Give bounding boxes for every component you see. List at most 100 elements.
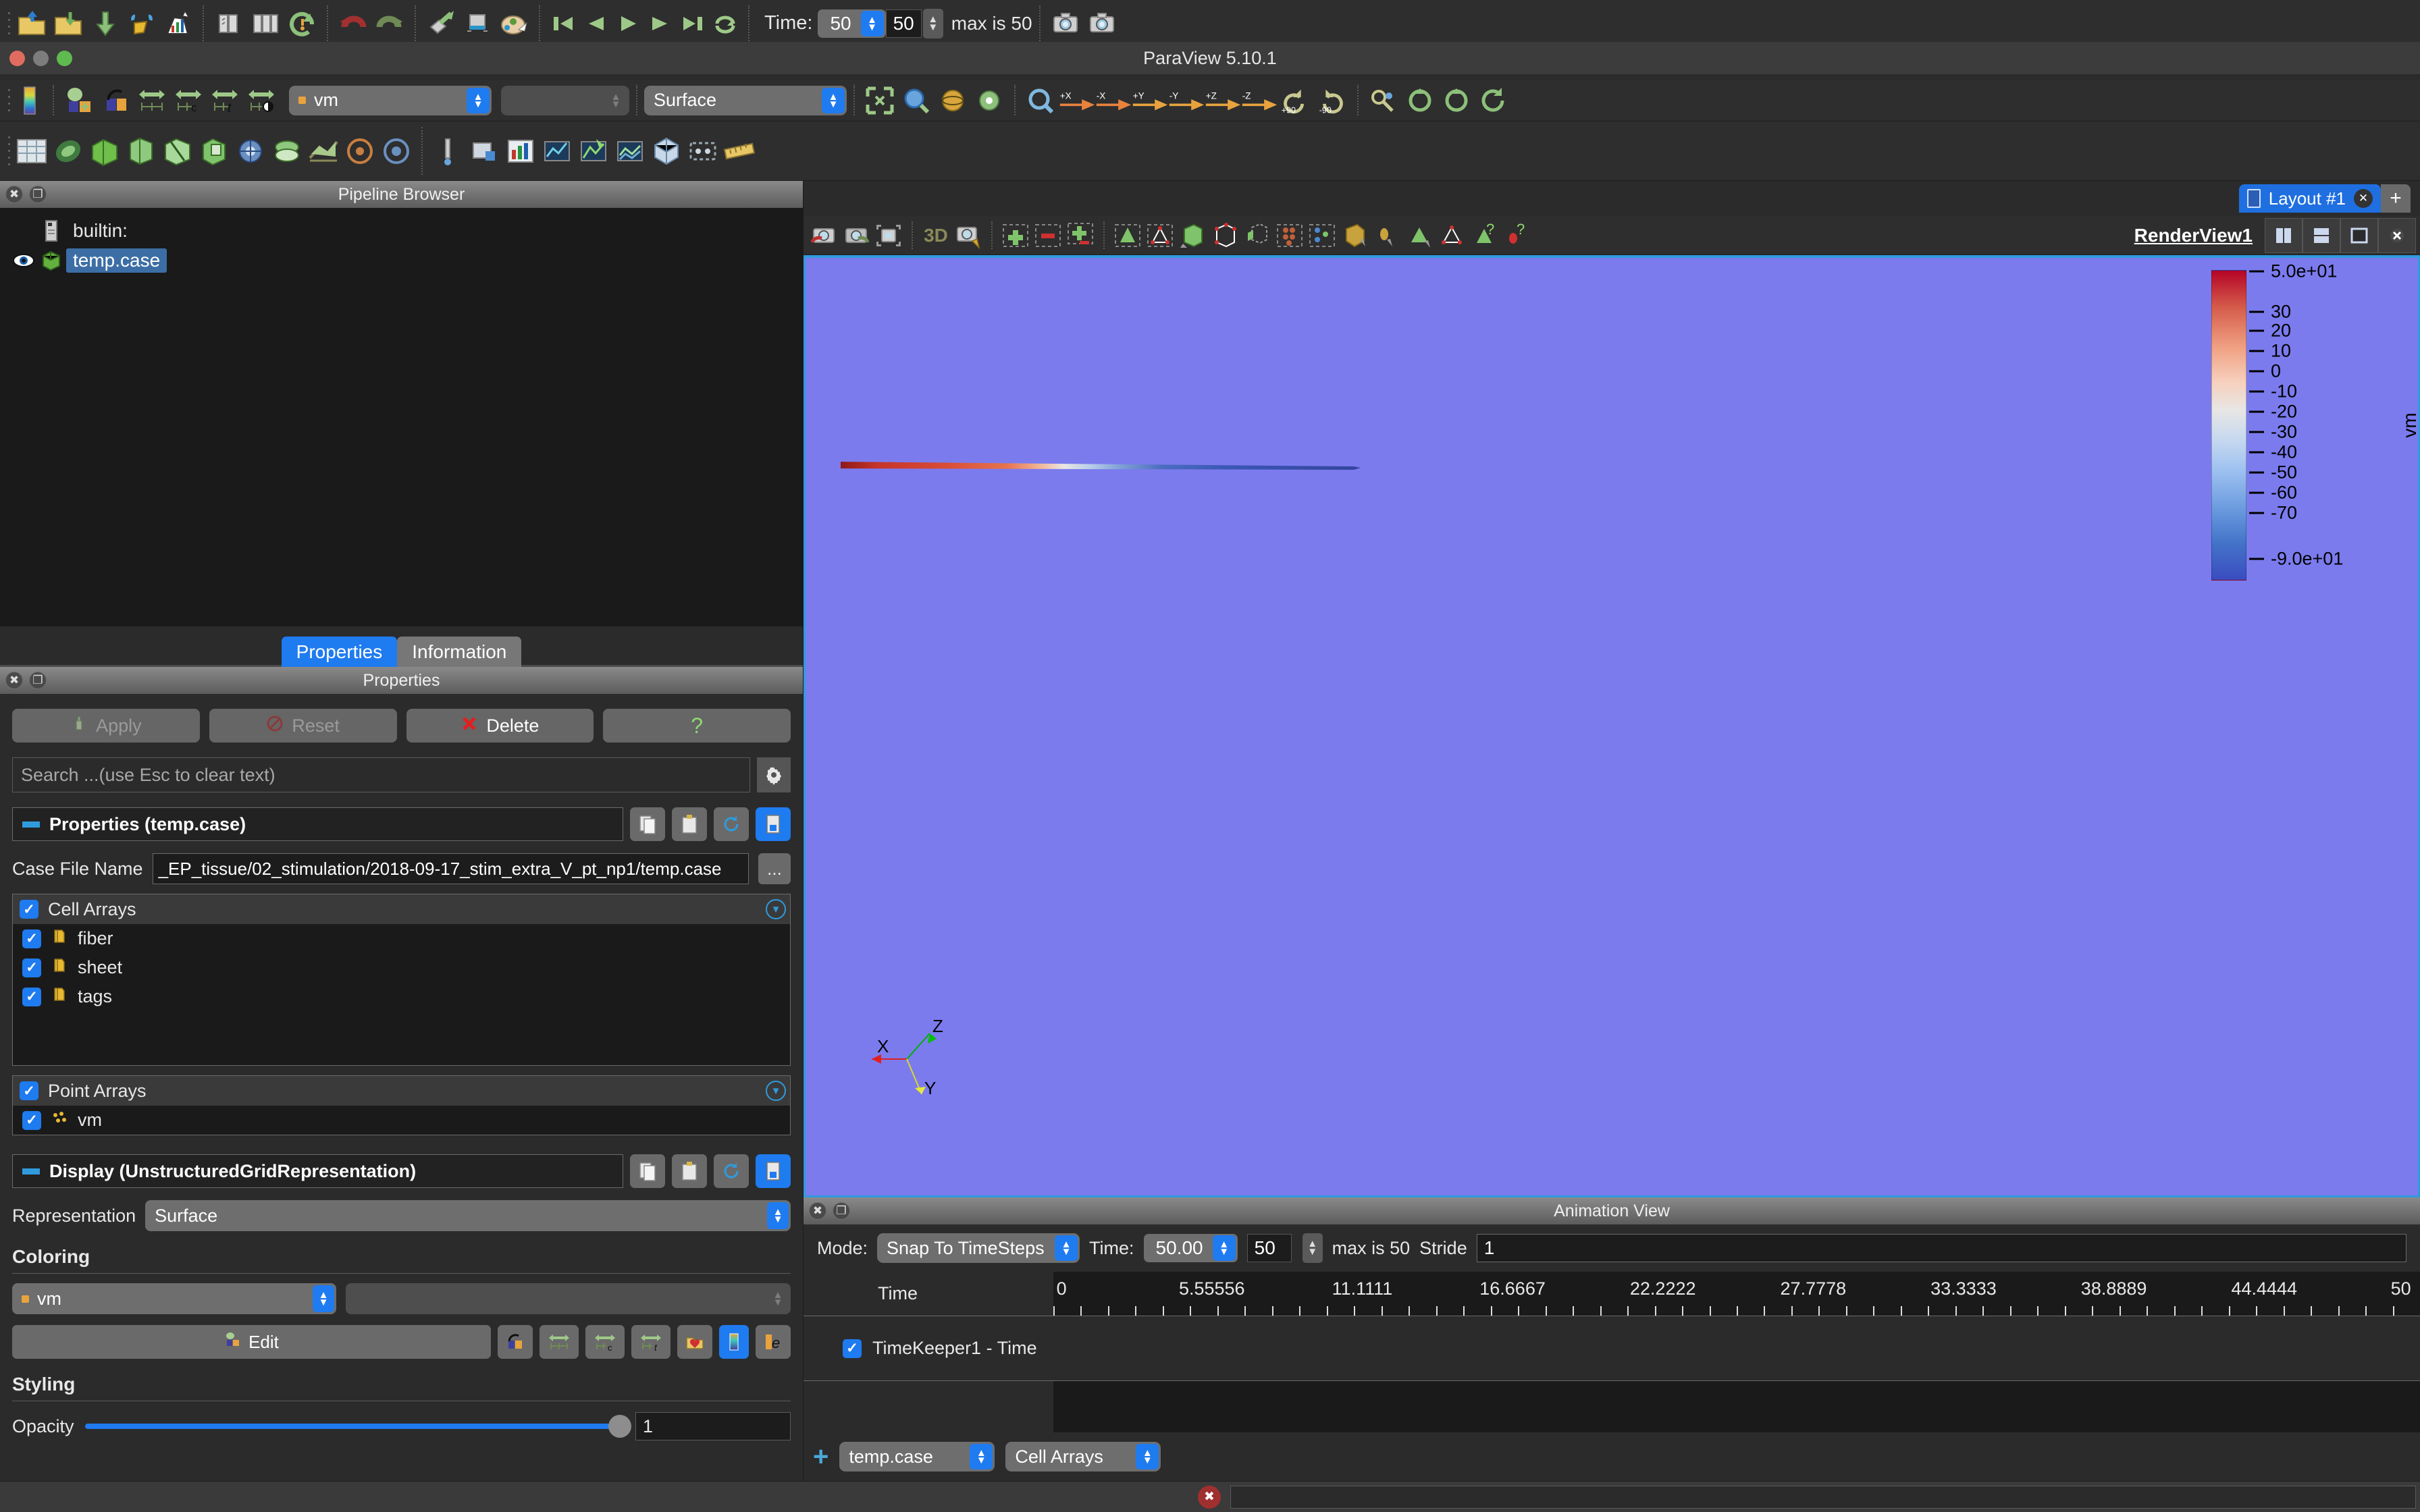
chevron-down-icon[interactable]: ▲ ▼ [1136, 1444, 1159, 1469]
last-frame-icon[interactable] [677, 7, 709, 40]
rotate-left-icon[interactable] [1402, 82, 1438, 119]
animation-frame-field[interactable]: 50 [1246, 1234, 1292, 1262]
slider-knob[interactable] [608, 1415, 631, 1438]
chevron-down-icon[interactable]: ▲ ▼ [604, 88, 627, 113]
set-view-minus-y-icon[interactable]: -Y [1168, 82, 1205, 119]
rotate-camera-icon[interactable] [935, 82, 971, 119]
frustum-select-points-icon[interactable] [1209, 219, 1241, 252]
redo-camera-icon[interactable] [840, 219, 872, 252]
gear-icon[interactable] [757, 757, 791, 792]
spreadsheet-view-icon[interactable] [14, 133, 50, 169]
cell-array-item-fiber[interactable]: ✓ fiber [13, 924, 790, 953]
section-properties-header[interactable]: Properties (temp.case) [12, 807, 623, 841]
extract-block-icon[interactable] [648, 133, 685, 169]
use-separate-colormap-button[interactable] [498, 1325, 533, 1359]
plot-over-line-icon[interactable] [466, 133, 502, 169]
animation-source-combo[interactable]: temp.case ▲ ▼ [839, 1442, 995, 1472]
cell-array-item-sheet[interactable]: ✓ sheet [13, 953, 790, 982]
set-view-minus-x-icon[interactable]: -X [1095, 82, 1132, 119]
set-view-plus-z-icon[interactable]: +Z [1205, 82, 1241, 119]
chevron-down-icon[interactable]: ▲ ▼ [767, 1202, 789, 1229]
split-vertical-icon[interactable] [2303, 217, 2340, 253]
search-input[interactable]: Search ...(use Esc to clear text) [12, 757, 750, 792]
reset-camera-icon[interactable] [862, 82, 898, 119]
toolbar-time-spinbox[interactable]: 50 ▲ ▼ [818, 9, 886, 38]
chevron-down-icon[interactable]: ▲ ▼ [970, 1444, 993, 1469]
help-button[interactable]: ? [603, 709, 791, 742]
save-animation-icon[interactable] [1084, 5, 1120, 42]
rotate-plus-90-icon[interactable]: +90 [1278, 82, 1314, 119]
save-data-icon[interactable] [86, 5, 123, 42]
reset-view-icon[interactable] [872, 219, 905, 252]
export-scene-icon[interactable] [459, 5, 496, 42]
float-icon[interactable]: ❐ [833, 1202, 850, 1220]
toolbar-grip[interactable] [4, 0, 14, 47]
link-views-icon[interactable] [685, 133, 721, 169]
rotate-right-icon[interactable] [1438, 82, 1475, 119]
open-chart-icon[interactable] [159, 5, 196, 42]
disconnect-server-icon[interactable] [247, 5, 284, 42]
maximize-window-icon[interactable] [57, 50, 72, 66]
next-frame-icon[interactable] [644, 7, 677, 40]
rescale-to-data-button[interactable] [540, 1325, 579, 1359]
select-points-polygon-icon[interactable] [1436, 219, 1468, 252]
pipeline-item-builtin[interactable]: builtin: [0, 216, 803, 246]
chevron-down-icon[interactable]: ▼ [766, 899, 786, 919]
chevron-down-icon[interactable]: ▼ [766, 1081, 786, 1101]
toggle-3d-button[interactable]: 3D [920, 219, 952, 252]
quartile-chart-icon[interactable] [612, 133, 648, 169]
select-cells-polygon-icon[interactable] [1403, 219, 1436, 252]
choose-preset-button[interactable] [677, 1325, 712, 1359]
toolbar-grip[interactable] [4, 80, 14, 121]
collapse-icon[interactable] [22, 821, 40, 828]
stream-tracer-icon[interactable] [305, 133, 342, 169]
hover-points-icon[interactable] [1371, 219, 1403, 252]
tab-properties[interactable]: Properties [281, 637, 398, 667]
glyph-filter-icon[interactable] [269, 133, 305, 169]
zoom-to-data-icon[interactable] [898, 82, 935, 119]
color-legend[interactable]: 5.0e+01 30 20 10 0 -10 -20 -30 -40 -50 -… [2211, 261, 2420, 580]
save-state-icon[interactable] [123, 5, 159, 42]
rescale-over-time-button[interactable]: t [631, 1325, 670, 1359]
connect-server-icon[interactable] [211, 5, 247, 42]
zoom-closest-icon[interactable] [1022, 82, 1059, 119]
save-defaults-icon[interactable] [756, 807, 791, 841]
pipeline-browser[interactable]: builtin: temp.case [0, 208, 803, 626]
chevron-down-icon[interactable]: ▲ ▼ [1055, 1235, 1078, 1261]
close-icon[interactable]: ✖ [5, 186, 23, 203]
camera-link-icon[interactable] [1365, 82, 1402, 119]
opacity-value-input[interactable]: 1 [635, 1412, 791, 1440]
undo-camera-icon[interactable] [808, 219, 840, 252]
orientation-axes-widget[interactable]: X Z Y [846, 1000, 981, 1108]
chevron-down-icon[interactable]: ▲ ▼ [767, 1285, 789, 1312]
line-chart-view-icon[interactable] [539, 133, 575, 169]
threshold-filter-icon[interactable] [196, 133, 232, 169]
set-view-minus-z-icon[interactable]: -Z [1241, 82, 1278, 119]
calculator-filter-icon[interactable] [50, 133, 86, 169]
maximize-view-icon[interactable] [2340, 217, 2378, 253]
float-icon[interactable]: ❐ [29, 186, 47, 203]
clip-filter-icon[interactable] [123, 133, 159, 169]
add-track-icon[interactable]: + [813, 1442, 828, 1472]
checkbox[interactable]: ✓ [22, 1110, 41, 1130]
animation-track-lane[interactable] [1053, 1316, 2420, 1381]
edit-color-map-button[interactable]: Edit [12, 1325, 491, 1359]
cell-arrays-header[interactable]: ✓ Cell Arrays ▼ [13, 894, 790, 924]
set-view-plus-x-icon[interactable]: +X [1059, 82, 1095, 119]
camera-undo-icon[interactable] [423, 5, 459, 42]
animation-track-row[interactable]: ✓ TimeKeeper1 - Time [804, 1316, 1053, 1381]
toggle-selection-icon[interactable] [1064, 219, 1097, 252]
open-file-icon[interactable] [14, 5, 50, 42]
select-points-on-icon[interactable] [1144, 219, 1176, 252]
bar-chart-view-icon[interactable] [502, 133, 539, 169]
play-icon[interactable] [612, 7, 644, 40]
select-blocks-icon[interactable] [1241, 219, 1273, 252]
rescale-over-time-icon[interactable]: t [207, 82, 243, 119]
redo-icon[interactable] [371, 5, 408, 42]
close-view-icon[interactable] [2378, 217, 2416, 253]
paste-properties-icon[interactable] [672, 807, 707, 841]
interactive-select-points-icon[interactable] [1306, 219, 1338, 252]
rotate-minus-90-icon[interactable]: -90 [1314, 82, 1350, 119]
toolbar-grip[interactable] [4, 122, 14, 180]
coloring-component-combo[interactable]: ▲ ▼ [346, 1283, 791, 1314]
